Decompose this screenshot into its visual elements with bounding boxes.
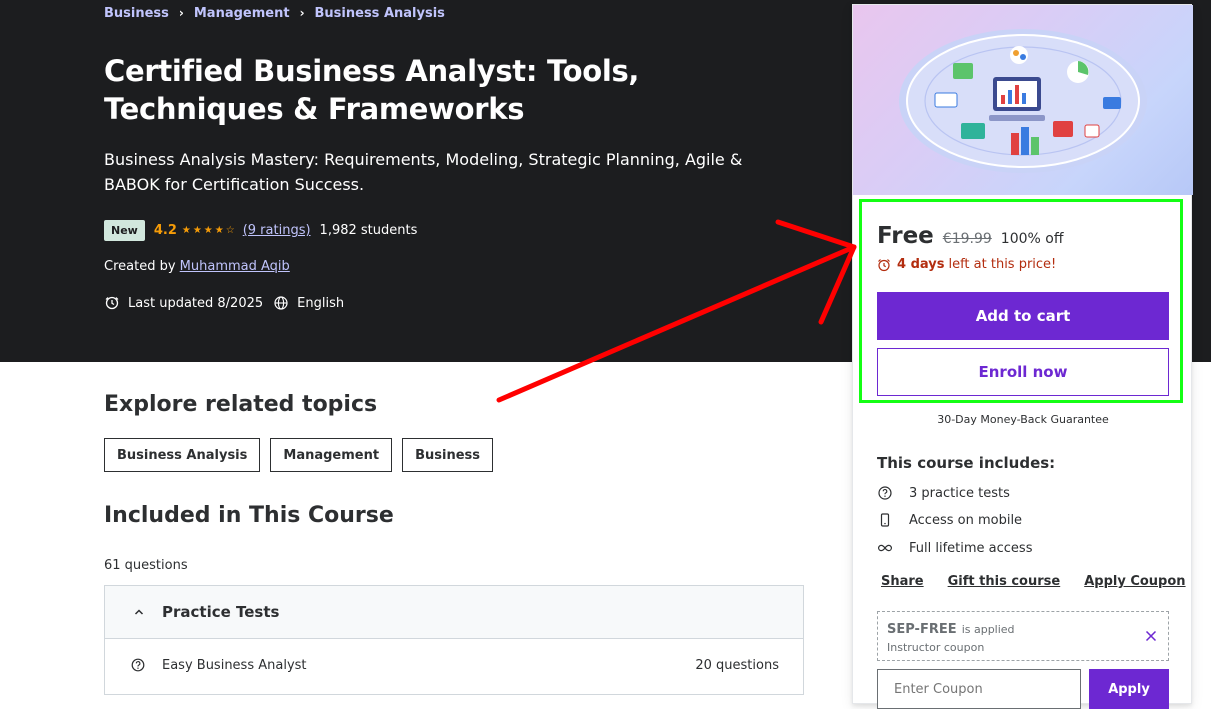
test-name: Easy Business Analyst — [162, 657, 307, 673]
coupon-type: Instructor coupon — [887, 641, 985, 654]
mobile-phone-icon — [877, 512, 893, 528]
include-label: Access on mobile — [909, 512, 1023, 528]
new-badge: New — [104, 220, 145, 241]
chevron-right-icon: › — [299, 6, 305, 20]
enroll-now-button[interactable]: Enroll now — [877, 348, 1169, 396]
ratings-count-link[interactable]: (9 ratings) — [243, 223, 311, 238]
original-price: €19.99 — [942, 231, 992, 247]
test-question-count: 20 questions — [695, 657, 779, 673]
topic-business-analysis[interactable]: Business Analysis — [104, 438, 261, 472]
question-circle-icon — [877, 485, 893, 501]
student-count: 1,982 students — [319, 223, 418, 238]
card-actions: Share Gift this course Apply Coupon — [881, 574, 1186, 589]
include-lifetime-access: Full lifetime access — [877, 540, 1032, 556]
course-language: English — [297, 295, 345, 311]
discount-percent: 100% off — [1000, 231, 1064, 247]
instructor-link[interactable]: Muhammad Aqib — [180, 259, 290, 274]
breadcrumb-business[interactable]: Business — [104, 6, 169, 21]
coupon-applied-text: is applied — [961, 623, 1015, 636]
breadcrumb: Business › Management › Business Analysi… — [104, 4, 445, 22]
money-back-guarantee: 30-Day Money-Back Guarantee — [937, 413, 1109, 426]
practice-tests-toggle[interactable]: Practice Tests — [105, 586, 803, 639]
course-preview-image[interactable] — [853, 5, 1193, 195]
price-timer: 4 days left at this price! — [877, 257, 1056, 272]
alert-clock-icon — [104, 295, 120, 311]
coupon-input[interactable] — [877, 669, 1081, 709]
include-mobile-access: Access on mobile — [877, 512, 1022, 528]
globe-icon — [273, 295, 289, 311]
timer-days: 4 days — [897, 257, 945, 272]
practice-tests-accordion: Practice Tests Easy Business Analyst 20 … — [104, 585, 804, 695]
created-by: Created by Muhammad Aqib — [104, 259, 290, 274]
apply-coupon-link[interactable]: Apply Coupon — [1084, 574, 1185, 589]
rating-row: New 4.2 ★★★★☆ (9 ratings) 1,982 students — [104, 219, 417, 242]
timer-text: left at this price! — [948, 257, 1057, 272]
share-link[interactable]: Share — [881, 574, 924, 589]
includes-heading: This course includes: — [877, 454, 1056, 472]
breadcrumb-business-analysis[interactable]: Business Analysis — [315, 6, 445, 21]
list-item[interactable]: Easy Business Analyst 20 questions — [105, 639, 803, 691]
include-label: Full lifetime access — [909, 540, 1033, 556]
question-count: 61 questions — [104, 558, 188, 573]
included-heading: Included in This Course — [104, 503, 394, 528]
coupon-code: SEP-FREE — [887, 622, 957, 637]
chevron-right-icon: › — [178, 6, 184, 20]
topic-business[interactable]: Business — [402, 438, 493, 472]
purchase-card: Free €19.99 100% off 4 days left at this… — [852, 4, 1193, 709]
question-circle-icon — [131, 658, 145, 672]
gift-course-link[interactable]: Gift this course — [948, 574, 1061, 589]
close-icon[interactable] — [1144, 629, 1158, 643]
course-meta: Last updated 8/2025 English — [104, 295, 344, 311]
created-by-label: Created by — [104, 259, 176, 274]
topic-management[interactable]: Management — [270, 438, 393, 472]
include-practice-tests: 3 practice tests — [877, 485, 1010, 501]
last-updated: Last updated 8/2025 — [128, 295, 264, 311]
infinity-icon — [877, 540, 893, 556]
course-subtitle: Business Analysis Mastery: Requirements,… — [104, 150, 743, 194]
apply-coupon-button[interactable]: Apply — [1089, 669, 1169, 709]
course-title: Certified Business Analyst: Tools, Techn… — [104, 54, 640, 126]
breadcrumb-management[interactable]: Management — [194, 6, 290, 21]
applied-coupon: SEP-FREE is applied Instructor coupon — [877, 611, 1169, 661]
related-topics-heading: Explore related topics — [104, 392, 378, 417]
price-row: Free €19.99 100% off — [877, 223, 1063, 249]
rating-value: 4.2 — [153, 223, 177, 238]
include-label: 3 practice tests — [909, 485, 1010, 501]
alarm-clock-icon — [877, 258, 891, 272]
current-price: Free — [877, 223, 934, 249]
star-rating-icon: ★★★★☆ — [181, 225, 237, 236]
add-to-cart-button[interactable]: Add to cart — [877, 292, 1169, 340]
section-title: Practice Tests — [162, 603, 280, 621]
chevron-up-icon — [133, 606, 145, 618]
related-topics-list: Business Analysis Management Business — [104, 438, 493, 472]
